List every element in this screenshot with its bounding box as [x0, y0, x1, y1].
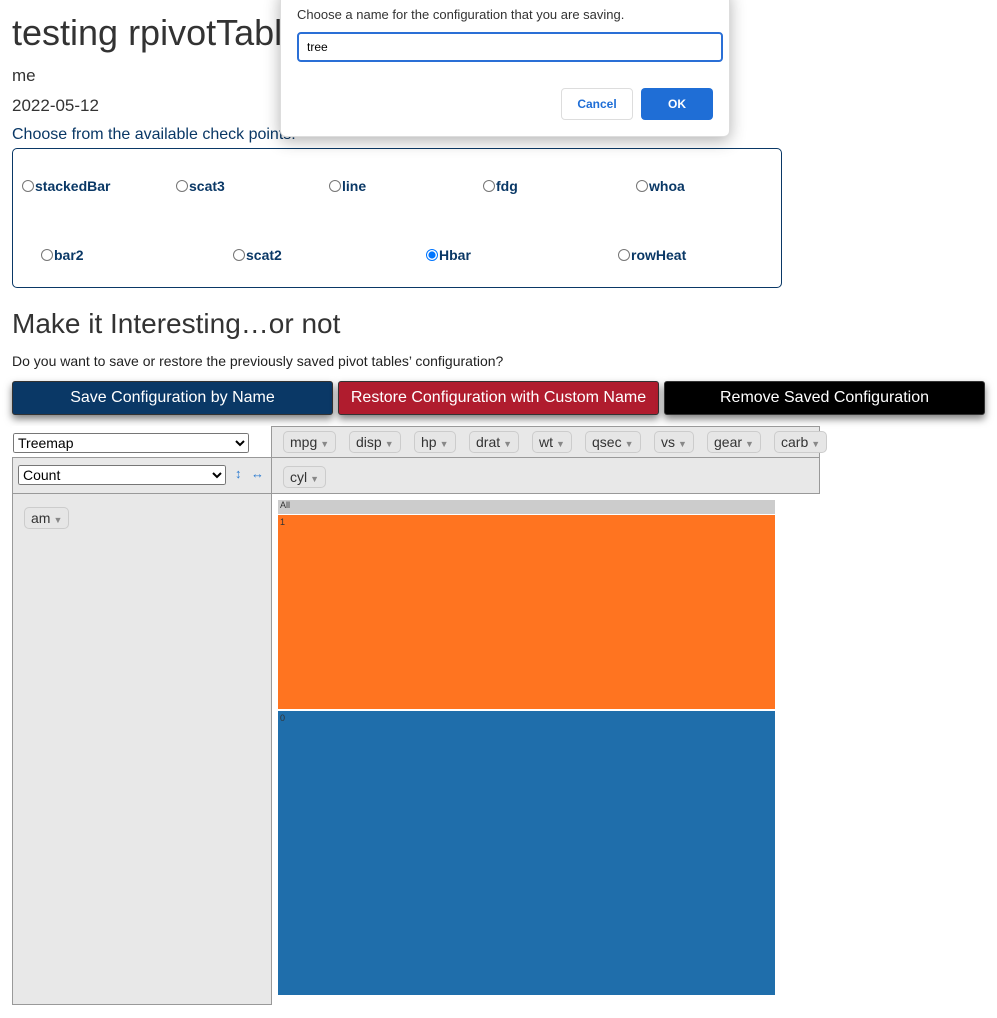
treemap-chart: All 1 0 [278, 500, 775, 997]
config-name-input[interactable] [297, 32, 723, 62]
attr-label: hp [421, 434, 437, 450]
checkpoint-radio-stackedBar[interactable]: stackedBar [22, 178, 111, 194]
dropdown-triangle-icon[interactable]: ▼ [320, 439, 329, 449]
attr-pill-mpg[interactable]: mpg ▼ [283, 431, 337, 453]
renderer-cell: Treemap [12, 426, 272, 458]
attr-label: cyl [290, 469, 308, 485]
save-dialog: Choose a name for the configuration that… [280, 0, 730, 137]
attr-label: wt [539, 434, 553, 450]
radio-label: scat3 [189, 178, 225, 194]
checkpoint-radio-scat2[interactable]: scat2 [233, 247, 282, 263]
attr-pill-qsec[interactable]: qsec ▼ [585, 431, 641, 453]
checkpoint-prompt: Choose from the available check points: [12, 126, 296, 143]
checkpoint-radio-Hbar[interactable]: Hbar [426, 247, 471, 263]
remove-configuration-button[interactable]: Remove Saved Configuration [664, 381, 985, 415]
dropdown-triangle-icon[interactable]: ▼ [745, 439, 754, 449]
section-title: Make it Interesting…or not [12, 308, 341, 339]
renderer-select[interactable]: Treemap [13, 433, 249, 453]
dropdown-triangle-icon[interactable]: ▼ [678, 439, 687, 449]
treemap-cell-label: 1 [280, 517, 286, 527]
checkpoint-radio-line[interactable]: line [329, 178, 366, 194]
ok-button[interactable]: OK [641, 88, 713, 120]
radio-label: line [342, 178, 367, 194]
dropdown-triangle-icon[interactable]: ▼ [503, 439, 512, 449]
radio-input[interactable] [618, 249, 630, 261]
radio-input[interactable] [483, 180, 495, 192]
radio-label: stackedBar [35, 178, 111, 194]
radio-label: rowHeat [631, 247, 687, 263]
sort-cols-icon[interactable]: ↔ [251, 466, 264, 481]
checkpoint-group: stackedBar scat3 line fdg whoa bar2 scat2 Hbar r… [12, 148, 782, 288]
unused-attrs-area: mpg ▼ disp ▼ hp ▼ drat ▼ wt ▼ qsec ▼ vs ▼ gear ▼ carb ▼ [271, 426, 828, 458]
treemap-cell-0[interactable]: 0 [278, 711, 775, 995]
radio-input[interactable] [41, 249, 53, 261]
attr-pill-cyl[interactable]: cyl ▼ [283, 466, 327, 488]
checkpoint-radio-bar2[interactable]: bar2 [41, 247, 84, 263]
attr-label: vs [661, 434, 675, 450]
radio-input[interactable] [426, 249, 438, 261]
attr-label: disp [356, 434, 382, 450]
checkpoint-radio-rowHeat[interactable]: rowHeat [618, 247, 686, 263]
checkpoint-radio-scat3[interactable]: scat3 [176, 178, 225, 194]
attr-label: carb [781, 434, 809, 450]
treemap-root-label: All [278, 500, 775, 514]
attr-pill-am[interactable]: am ▼ [24, 507, 70, 529]
dropdown-triangle-icon[interactable]: ▼ [625, 439, 634, 449]
row-attrs-area: am ▼ [12, 493, 272, 1005]
checkpoint-radio-fdg[interactable]: fdg [483, 178, 518, 194]
checkpoint-radio-whoa[interactable]: whoa [636, 178, 685, 194]
save-configuration-button[interactable]: Save Configuration by Name [12, 381, 333, 415]
attr-label: drat [476, 434, 501, 450]
attr-pill-carb[interactable]: carb ▼ [774, 431, 828, 453]
aggregator-cell: Count ↕ ↔ [12, 457, 272, 494]
attr-pill-vs[interactable]: vs ▼ [654, 431, 694, 453]
dropdown-triangle-icon[interactable]: ▼ [556, 439, 565, 449]
aggregator-select[interactable]: Count [18, 465, 226, 485]
date: 2022-05-12 [12, 96, 99, 115]
cancel-button[interactable]: Cancel [561, 88, 633, 120]
dropdown-triangle-icon[interactable]: ▼ [310, 474, 319, 484]
section-prompt: Do you want to save or restore the previ… [12, 353, 504, 369]
restore-configuration-button[interactable]: Restore Configuration with Custom Name [338, 381, 659, 415]
attr-label: qsec [592, 434, 622, 450]
radio-label: fdg [496, 178, 518, 194]
dropdown-triangle-icon[interactable]: ▼ [440, 439, 449, 449]
attr-pill-drat[interactable]: drat ▼ [469, 431, 520, 453]
radio-label: scat2 [246, 247, 282, 263]
attr-pill-hp[interactable]: hp ▼ [414, 431, 456, 453]
attr-label: am [31, 510, 51, 526]
attr-label: gear [714, 434, 743, 450]
treemap-cell-1[interactable]: 1 [278, 515, 775, 710]
radio-input[interactable] [176, 180, 188, 192]
attr-pill-disp[interactable]: disp ▼ [349, 431, 401, 453]
author: me [12, 66, 36, 85]
page-title: testing rpivotTable [12, 12, 303, 53]
radio-input[interactable] [233, 249, 245, 261]
radio-label: bar2 [54, 247, 84, 263]
radio-input[interactable] [329, 180, 341, 192]
dropdown-triangle-icon[interactable]: ▼ [811, 439, 820, 449]
sort-rows-icon[interactable]: ↕ [235, 466, 242, 481]
radio-label: whoa [649, 178, 685, 194]
dropdown-triangle-icon[interactable]: ▼ [385, 439, 394, 449]
dropdown-triangle-icon[interactable]: ▼ [53, 515, 62, 525]
radio-input[interactable] [22, 180, 34, 192]
col-attrs-area: cyl ▼ [271, 457, 820, 494]
radio-label: Hbar [439, 247, 471, 263]
dialog-message: Choose a name for the configuration that… [297, 7, 625, 22]
attr-pill-gear[interactable]: gear ▼ [707, 431, 761, 453]
attr-pill-wt[interactable]: wt ▼ [532, 431, 572, 453]
treemap-cell-label: 0 [280, 713, 286, 724]
attr-label: mpg [290, 434, 318, 450]
radio-input[interactable] [636, 180, 648, 192]
